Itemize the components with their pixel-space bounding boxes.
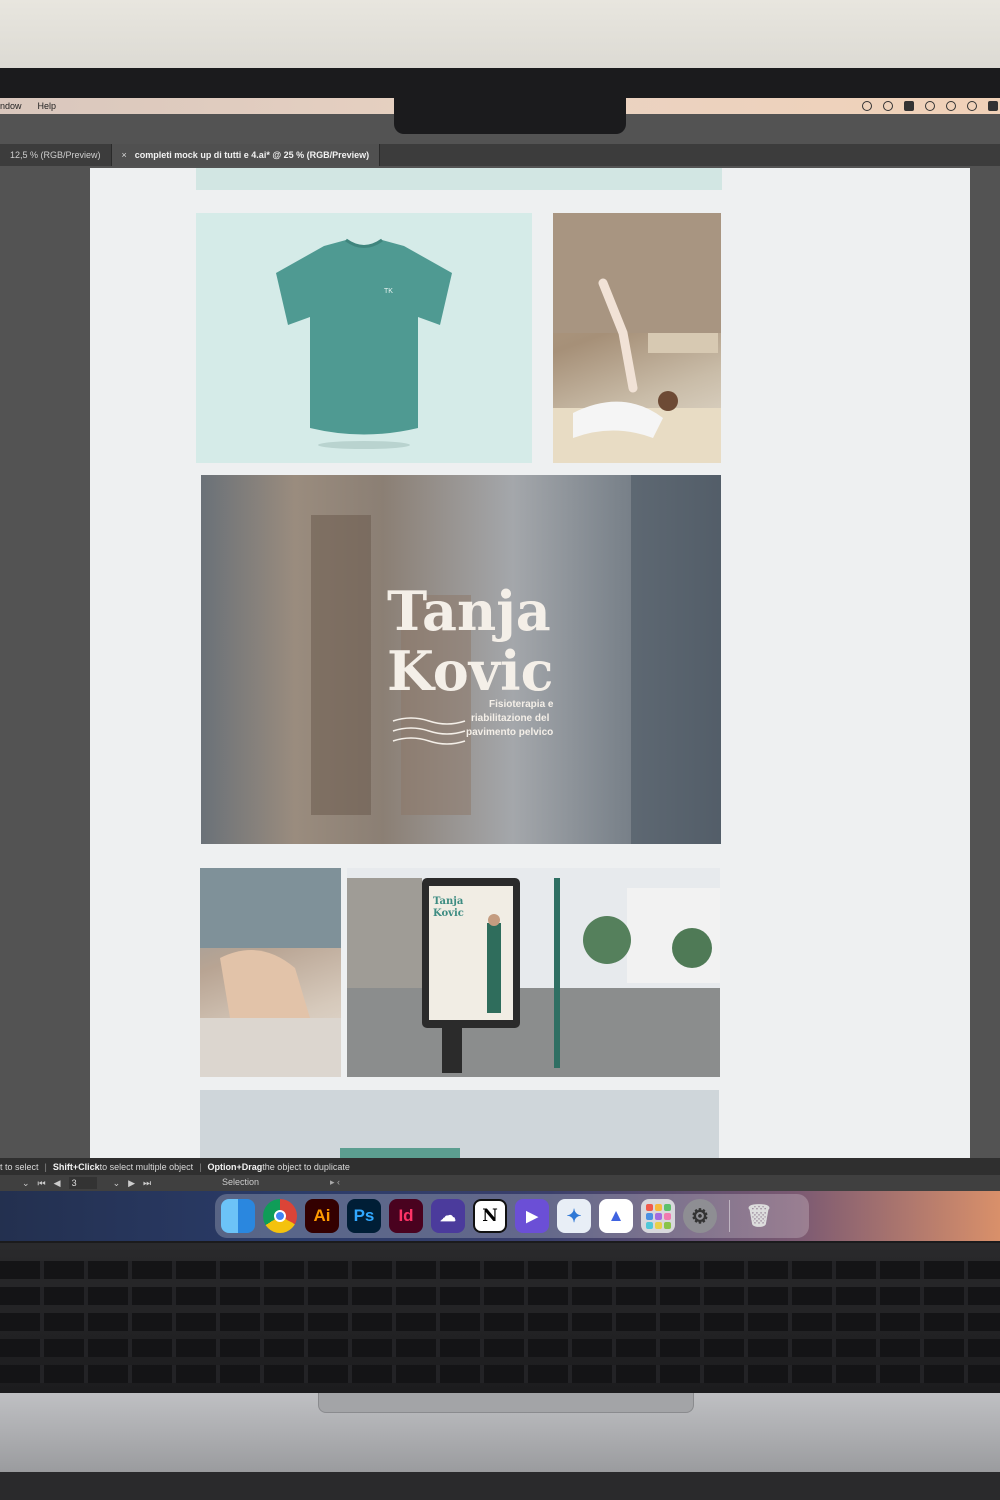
indesign-icon[interactable]: Id [389, 1199, 423, 1233]
chrome-icon[interactable] [263, 1199, 297, 1233]
tshirt-illustration: TK [276, 238, 452, 449]
menu-help[interactable]: Help [38, 101, 65, 111]
next-artboard-icon[interactable]: ▶ [128, 1178, 135, 1189]
keyboard-row [0, 1313, 1000, 1331]
massage-photo[interactable] [200, 868, 341, 1077]
hint-part-2: to select multiple object [99, 1161, 194, 1172]
time-machine-status-icon[interactable] [967, 101, 977, 111]
zoom-dropdown-icon[interactable]: ⌄ [22, 1178, 30, 1189]
svg-text:Tanja: Tanja [433, 896, 464, 907]
massage-scene [200, 868, 341, 1077]
illustrator-icon[interactable]: Ai [305, 1199, 339, 1233]
creative-cloud-status-icon[interactable] [862, 101, 872, 111]
street-scene: Tanja Kovic [347, 868, 720, 1077]
hint-separator: | [44, 1161, 47, 1172]
dock-separator [729, 1200, 730, 1232]
physio-scene [553, 213, 721, 463]
hint-part-3: the object to duplicate [262, 1161, 350, 1172]
control-center-icon[interactable] [988, 101, 998, 111]
laptop-screen: ndow Help 12,5 % (RGB/Preview) × complet… [0, 98, 1000, 1241]
status-icons [862, 98, 998, 114]
macos-dock: Ai Ps Id ☁ N ▶ ✦ ▲ ⚙ 🗑 [215, 1194, 809, 1238]
tool-menu-arrow-icon[interactable]: ▸ ‹ [330, 1177, 340, 1188]
trash-icon[interactable]: 🗑 [742, 1199, 776, 1233]
tab-label: completi mock up di tutti e 4.ai* @ 25 %… [134, 150, 370, 160]
artboard-dropdown-icon[interactable]: ⌄ [113, 1178, 121, 1189]
video-player-icon[interactable]: ▶ [515, 1199, 549, 1233]
artboard-canvas[interactable]: TK Tanja Kovic Fisioterapia e riabilitaz… [90, 168, 970, 1158]
creative-cloud-icon[interactable]: ☁ [431, 1199, 465, 1233]
background-wall [0, 0, 1000, 70]
hint-part-1: t to select [0, 1161, 39, 1172]
document-tab-bar: 12,5 % (RGB/Preview) × completi mock up … [0, 144, 1000, 166]
artboard-number-field[interactable]: 3 [68, 1177, 97, 1189]
menu-window[interactable]: ndow [0, 101, 30, 111]
keyboard-row [0, 1339, 1000, 1357]
tab-document-1[interactable]: 12,5 % (RGB/Preview) [0, 144, 112, 166]
battery-status-icon[interactable] [925, 101, 935, 111]
chrome-center-dot [274, 1210, 286, 1222]
keyboard-row [0, 1261, 1000, 1279]
tab-label: 12,5 % (RGB/Preview) [10, 150, 101, 160]
window-sign-mockup[interactable]: Tanja Kovic Fisioterapia e riabilitazion… [201, 475, 721, 844]
keyboard-row [0, 1365, 1000, 1383]
launchpad-icon[interactable] [641, 1199, 675, 1233]
notion-icon[interactable]: N [473, 1199, 507, 1233]
tab-document-2[interactable]: × completi mock up di tutti e 4.ai* @ 25… [111, 144, 381, 166]
close-tab-icon[interactable]: × [122, 150, 127, 160]
svg-text:Tanja: Tanja [387, 579, 551, 643]
svg-text:Kovic: Kovic [387, 639, 554, 703]
building-sky-photo[interactable] [200, 1090, 719, 1158]
finder-icon[interactable] [221, 1199, 255, 1233]
svg-text:Fisioterapia e: Fisioterapia e [489, 699, 554, 710]
xcode-icon[interactable]: ✦ [557, 1199, 591, 1233]
svg-text:TK: TK [384, 288, 393, 295]
physiotherapy-session-photo[interactable] [553, 213, 721, 463]
camera-notch [394, 98, 626, 134]
street-billboard-mockup[interactable]: Tanja Kovic [347, 868, 720, 1077]
hint-status-bar: t to select | Shift+Click to select mult… [0, 1158, 1000, 1175]
vpn-status-icon[interactable] [883, 101, 893, 111]
photoshop-icon[interactable]: Ps [347, 1199, 381, 1233]
top-band-image[interactable] [196, 168, 722, 190]
current-tool-label: Selection [222, 1177, 260, 1187]
svg-text:Kovic: Kovic [433, 908, 464, 919]
hint-key-shift-click: Shift+Click [52, 1161, 100, 1172]
sky-scene [340, 1148, 460, 1158]
svg-text:riabilitazione del: riabilitazione del [471, 713, 550, 724]
keyboard-row [0, 1287, 1000, 1305]
previous-artboard-icon[interactable]: ◀ [54, 1178, 61, 1189]
laptop-bottom-edge [0, 1472, 1000, 1500]
play-status-icon[interactable] [946, 101, 956, 111]
first-artboard-icon[interactable]: ⏮ [38, 1178, 46, 1189]
system-settings-icon[interactable]: ⚙ [683, 1199, 717, 1233]
laptop-keyboard-deck [0, 1243, 1000, 1393]
trackpad [318, 1393, 694, 1413]
hint-separator: | [199, 1161, 202, 1172]
nordvpn-icon[interactable]: ▲ [599, 1199, 633, 1233]
shield-status-icon[interactable] [904, 101, 914, 111]
last-artboard-icon[interactable]: ⏭ [143, 1178, 151, 1189]
artboard-navigation: ⌄ ⏮ ◀ 3 ⌄ ▶ ⏭ [22, 1177, 151, 1189]
window-sign-scene: Tanja Kovic Fisioterapia e riabilitazion… [311, 475, 721, 844]
hint-key-option-drag: Option+Drag [207, 1161, 263, 1172]
teal-tshirt-mockup[interactable]: TK [196, 213, 532, 463]
svg-text:pavimento pelvico: pavimento pelvico [466, 727, 553, 738]
illustrator-bottom-bar: ⌄ ⏮ ◀ 3 ⌄ ▶ ⏭ Selection ▸ ‹ [0, 1175, 1000, 1191]
